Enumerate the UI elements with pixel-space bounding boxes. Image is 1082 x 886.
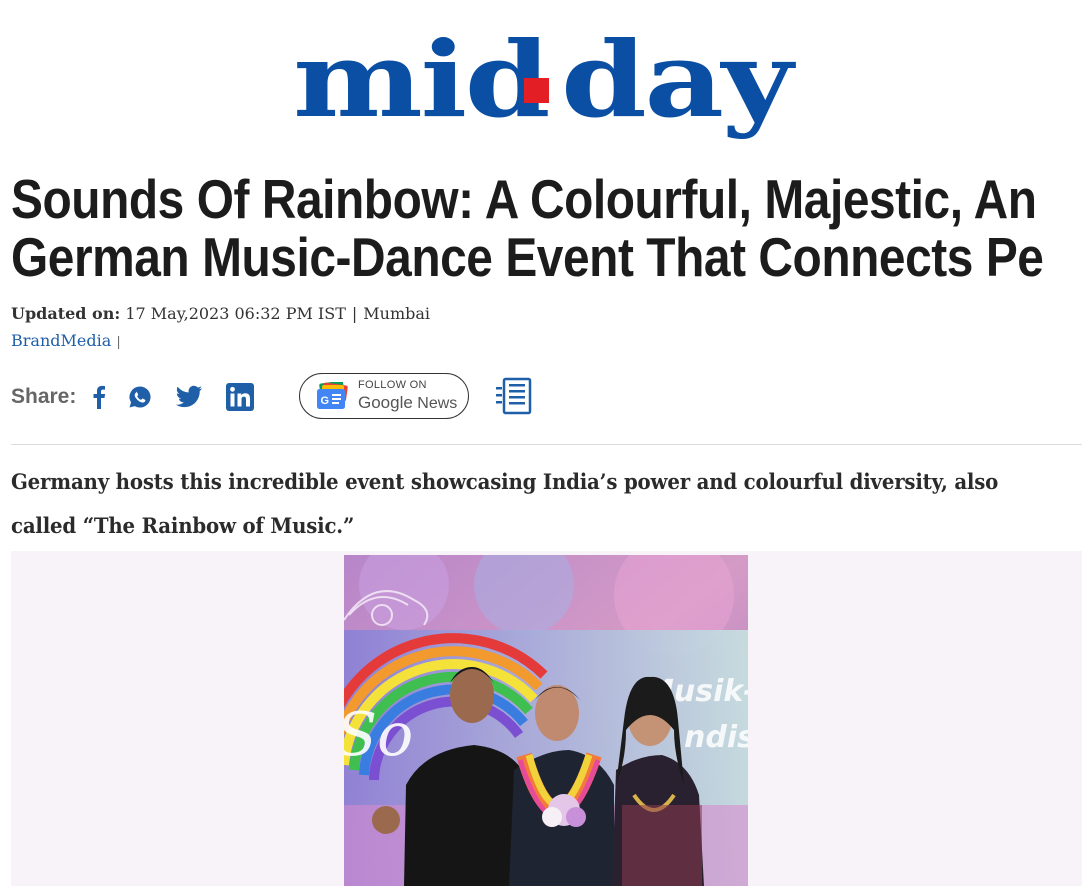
headline-line-2: German Music-Dance Event That Connects P… [11, 226, 1044, 288]
svg-text:G: G [321, 395, 330, 407]
google-news-label: Google News [358, 394, 457, 412]
section-divider [11, 444, 1082, 445]
hero-photo: So Musik- ndis [344, 555, 748, 886]
logo-text-day: day [561, 18, 793, 141]
logo-text-mid: mid [293, 18, 551, 141]
svg-text:So: So [344, 700, 413, 770]
google-word: Google [358, 393, 413, 412]
meta-separator: | [351, 304, 358, 323]
updated-label: Updated on: [11, 304, 121, 323]
article-headline: Sounds Of Rainbow: A Colourful, Majestic… [11, 170, 1055, 286]
follow-google-news-button[interactable]: G FOLLOW ON Google News [299, 373, 469, 419]
location: Mumbai [363, 304, 431, 323]
whatsapp-icon[interactable] [127, 382, 153, 412]
author-separator: | [116, 335, 121, 350]
headline-line-1: Sounds Of Rainbow: A Colourful, Majestic… [11, 168, 1037, 230]
facebook-icon[interactable] [90, 382, 108, 412]
byline: BrandMedia | [11, 329, 121, 355]
article-standfirst: Germany hosts this incredible event show… [11, 469, 999, 538]
reader-mode-icon[interactable] [495, 377, 533, 417]
linkedin-icon[interactable] [225, 382, 255, 412]
google-news-icon: G [317, 382, 348, 409]
article-meta: Updated on: 17 May,2023 06:32 PM IST | Mum… [11, 302, 430, 326]
twitter-icon[interactable] [174, 382, 204, 412]
logo-dot [524, 78, 549, 103]
share-label: Share: [11, 385, 77, 408]
updated-timestamp: 17 May,2023 06:32 PM IST [125, 304, 346, 323]
sign-text-2: ndis [684, 720, 748, 755]
site-logo[interactable]: mid day [293, 18, 793, 146]
follow-on-label: FOLLOW ON [358, 379, 427, 391]
news-word: News [417, 395, 458, 412]
author-link[interactable]: BrandMedia [11, 331, 111, 350]
